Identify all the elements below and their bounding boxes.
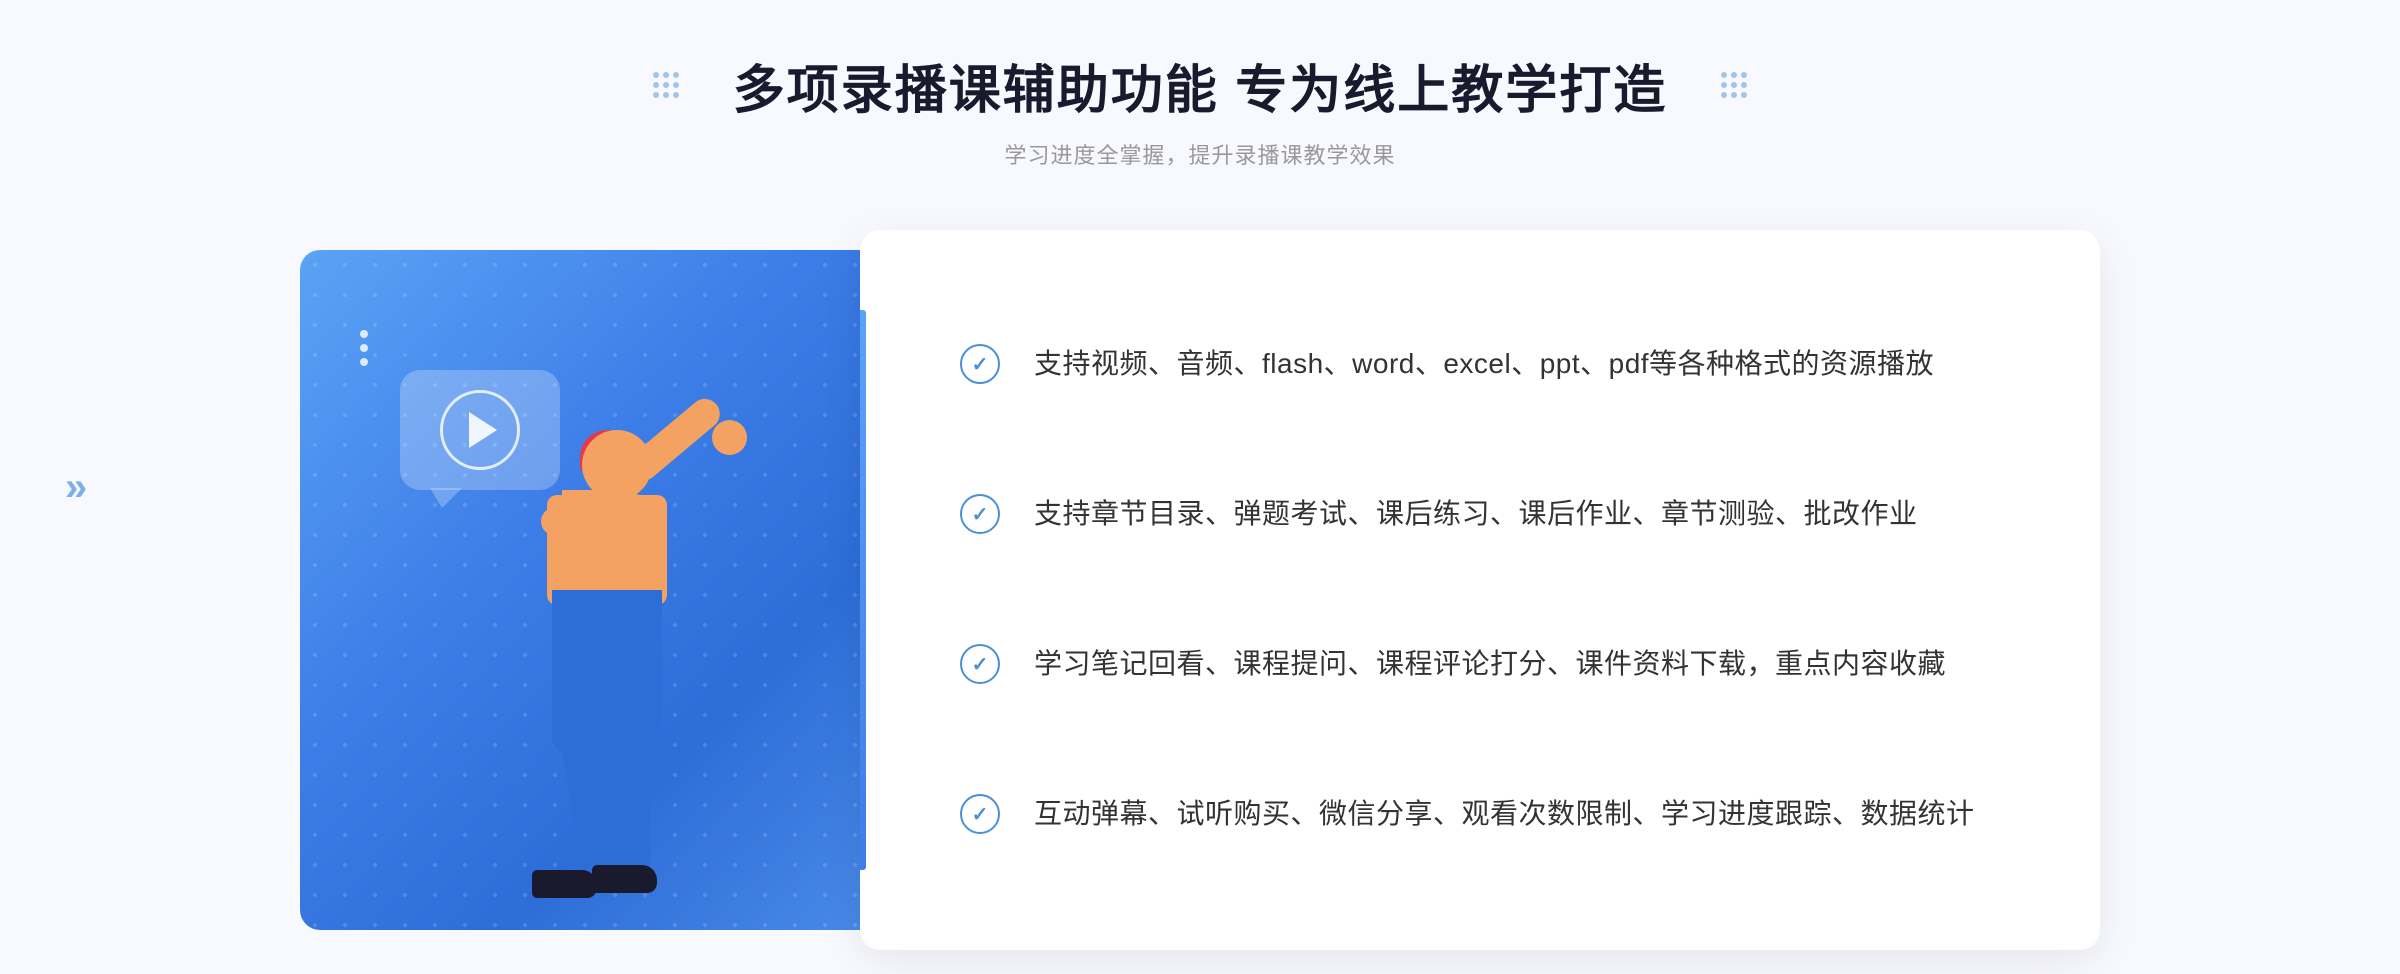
page-container: 多项录播课辅助功能 专为线上教学打造 学习进度全掌握，提升录播课教学效果 » [0, 0, 2400, 974]
page-subtitle: 学习进度全掌握，提升录播课教学效果 [733, 138, 1667, 170]
feature-check-icon-2 [960, 494, 1004, 538]
accent-bar [860, 310, 866, 870]
feature-text-2: 支持章节目录、弹题考试、课后练习、课后作业、章节测验、批改作业 [1034, 492, 1918, 537]
feature-item-4: 互动弹幕、试听购买、微信分享、观看次数限制、学习进度跟踪、数据统计 [960, 772, 2020, 858]
feature-text-3: 学习笔记回看、课程提问、课程评论打分、课件资料下载，重点内容收藏 [1034, 642, 1946, 687]
sparkle-decoration [360, 330, 368, 366]
sparkle-dot-1 [360, 330, 368, 338]
header-section: 多项录播课辅助功能 专为线上教学打造 学习进度全掌握，提升录播课教学效果 [733, 60, 1667, 170]
dot-grid-left [653, 72, 679, 98]
feature-item-2: 支持章节目录、弹题考试、课后练习、课后作业、章节测验、批改作业 [960, 472, 2020, 558]
feature-check-icon-4 [960, 794, 1004, 838]
header-dots-left [653, 72, 679, 98]
page-title: 多项录播课辅助功能 专为线上教学打造 [733, 60, 1667, 122]
character-illustration [462, 430, 782, 930]
sparkle-dot-3 [360, 358, 368, 366]
content-area: 支持视频、音频、flash、word、excel、ppt、pdf等各种格式的资源… [300, 230, 2100, 950]
feature-check-icon-1 [960, 344, 1004, 388]
check-circle-2 [960, 494, 1000, 534]
dot-grid-right [1721, 72, 1747, 98]
person-shoe-left [532, 870, 597, 898]
sparkle-dot-2 [360, 344, 368, 352]
check-circle-4 [960, 794, 1000, 834]
features-panel: 支持视频、音频、flash、word、excel、ppt、pdf等各种格式的资源… [860, 230, 2100, 950]
feature-text-1: 支持视频、音频、flash、word、excel、ppt、pdf等各种格式的资源… [1034, 342, 1934, 387]
illustration-panel [300, 250, 880, 930]
person-shoe-right [592, 865, 657, 893]
feature-check-icon-3 [960, 644, 1004, 688]
check-circle-1 [960, 344, 1000, 384]
left-navigation-arrow[interactable]: » [65, 467, 87, 507]
feature-item-3: 学习笔记回看、课程提问、课程评论打分、课件资料下载，重点内容收藏 [960, 622, 2020, 708]
person-hand-raised [712, 420, 747, 455]
feature-text-4: 互动弹幕、试听购买、微信分享、观看次数限制、学习进度跟踪、数据统计 [1034, 792, 1975, 837]
feature-item-1: 支持视频、音频、flash、word、excel、ppt、pdf等各种格式的资源… [960, 322, 2020, 408]
check-circle-3 [960, 644, 1000, 684]
header-dots-right [1721, 72, 1747, 98]
